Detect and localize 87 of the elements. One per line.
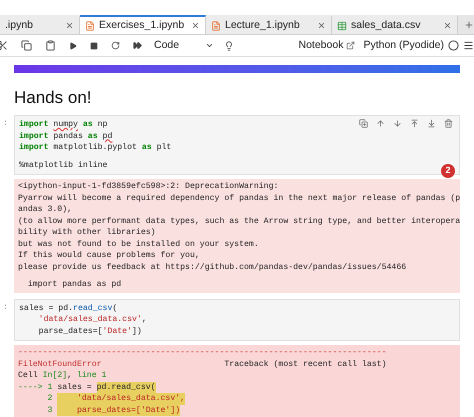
code-token: andas 3.0), bbox=[18, 204, 72, 216]
code-token: import bbox=[19, 130, 48, 142]
code-token: --------------------------------------------------------------------------- bbox=[18, 347, 386, 358]
external-link-icon[interactable] bbox=[346, 41, 356, 50]
code-token: numpy bbox=[53, 119, 78, 130]
notification-badge: 2 bbox=[441, 164, 455, 178]
code-token: sales = bbox=[57, 382, 93, 393]
code-token: 'Date' bbox=[102, 326, 132, 337]
close-icon[interactable] bbox=[317, 21, 326, 30]
insert-above-icon[interactable] bbox=[410, 119, 419, 128]
code-token: import pandas as pd bbox=[26, 279, 122, 290]
code-token: 3 bbox=[46, 404, 54, 416]
code-token: ]) bbox=[132, 326, 142, 337]
close-icon[interactable] bbox=[65, 21, 74, 30]
code-token: sales = pd. bbox=[19, 302, 74, 314]
kernel-name[interactable]: Python (Pyodide) bbox=[363, 38, 444, 54]
code-token: parse_dates=['Date']) bbox=[57, 404, 180, 416]
paste-icon[interactable] bbox=[45, 40, 56, 51]
close-icon[interactable] bbox=[191, 21, 200, 30]
code-token: %matplotlib inline bbox=[19, 160, 108, 171]
code-token: If this would cause problems for you, bbox=[18, 250, 200, 262]
table-icon bbox=[337, 20, 347, 30]
cell-prompt: : bbox=[3, 118, 8, 130]
move-down-icon[interactable] bbox=[393, 119, 402, 128]
code-token: as bbox=[88, 130, 99, 142]
run-icon[interactable] bbox=[69, 42, 77, 50]
insert-below-icon[interactable] bbox=[427, 119, 436, 128]
code-token: as bbox=[142, 142, 152, 154]
cut-icon[interactable] bbox=[0, 40, 8, 51]
kernel-status-icon bbox=[448, 40, 459, 51]
cell-type-dropdown[interactable]: Code bbox=[154, 38, 214, 54]
code-token: matplotlib.pyplot bbox=[52, 142, 138, 154]
code-token: (to allow more performant data types, such as the Arrow string type, and better interopera bbox=[18, 216, 460, 227]
copy-icon[interactable] bbox=[21, 40, 32, 51]
code-token: ( bbox=[112, 302, 118, 314]
delete-icon[interactable] bbox=[444, 119, 453, 128]
code-token: 'data/sales_data.csv', bbox=[57, 393, 186, 404]
code-token: please provide us feedback at https://github.com/pandas-dev/pandas/issues/54466 bbox=[18, 262, 406, 273]
code-token: pd.read_csv( bbox=[96, 382, 156, 393]
code-token: FileNotFoundError bbox=[18, 358, 102, 370]
code-token: 'data/sales_data.csv' bbox=[38, 314, 142, 326]
code-token: Traceback (most recent call last) bbox=[223, 358, 387, 370]
code-token: import bbox=[19, 119, 50, 130]
cell-prompt: : bbox=[3, 302, 8, 313]
lightbulb-icon[interactable] bbox=[224, 40, 234, 50]
code-token: as bbox=[82, 119, 93, 130]
heading: Hands on! bbox=[14, 87, 92, 109]
code-token: <ipython-input-1-fd3859efc598>:2: DeprecationWarning: bbox=[18, 181, 278, 192]
tab-label: .ipynb bbox=[5, 18, 34, 33]
notebook-label[interactable]: Notebook bbox=[298, 38, 344, 54]
close-icon[interactable] bbox=[443, 21, 452, 30]
code-token: pandas bbox=[52, 130, 84, 142]
code-token: bility with other libraries) bbox=[18, 227, 156, 238]
tab[interactable]: sales_data.csv bbox=[332, 15, 458, 34]
code-token: plt bbox=[156, 142, 172, 154]
code-token: np bbox=[96, 119, 108, 130]
code-token: Pyarrow will become a required dependency of pandas in the next major release of pandas (p bbox=[18, 192, 460, 204]
tab[interactable]: .ipynb bbox=[0, 15, 80, 34]
code-token: but was not found to be installed on your system. bbox=[18, 238, 259, 250]
tab[interactable]: Lecture_1.ipynb bbox=[206, 15, 332, 34]
duplicate-icon[interactable] bbox=[359, 119, 368, 128]
code-token: , bbox=[142, 314, 147, 326]
stop-icon[interactable] bbox=[90, 42, 98, 50]
code-token: import bbox=[19, 142, 48, 154]
code-cell[interactable]: sales = pd.read_csv( 'data/sales_data.csv', parse_dates=['Date']) bbox=[14, 298, 460, 341]
code-token: 2 bbox=[46, 393, 54, 404]
restart-icon[interactable] bbox=[111, 41, 120, 50]
code-token: , bbox=[67, 370, 74, 382]
code-token: parse_dates=[ bbox=[38, 326, 103, 337]
code-token: pd bbox=[102, 130, 112, 142]
add-icon[interactable] bbox=[464, 20, 474, 30]
tab-label: Lecture_1.ipynb bbox=[225, 18, 301, 33]
code-token: In[2] bbox=[42, 370, 68, 382]
tab[interactable]: Exercises_1.ipynb bbox=[80, 15, 206, 34]
code-token: ----> 1 bbox=[18, 382, 54, 393]
notebook-icon bbox=[85, 20, 95, 30]
code-token: Cell bbox=[18, 370, 39, 382]
tab-label: sales_data.csv bbox=[351, 18, 422, 33]
move-up-icon[interactable] bbox=[376, 119, 385, 128]
code-token: line 1 bbox=[76, 370, 106, 382]
fast-forward-icon[interactable] bbox=[133, 41, 142, 50]
code-token: read_csv bbox=[73, 302, 112, 314]
code-cell[interactable]: import numpy as np import pandas as pd import matplotlib.pyplot as plt %matplotlib inline 2 bbox=[14, 115, 460, 175]
notebook-icon bbox=[211, 20, 221, 30]
menu-icon[interactable] bbox=[463, 40, 474, 51]
tab-label: Exercises_1.ipynb bbox=[99, 18, 186, 33]
chevron-icon bbox=[205, 41, 214, 50]
